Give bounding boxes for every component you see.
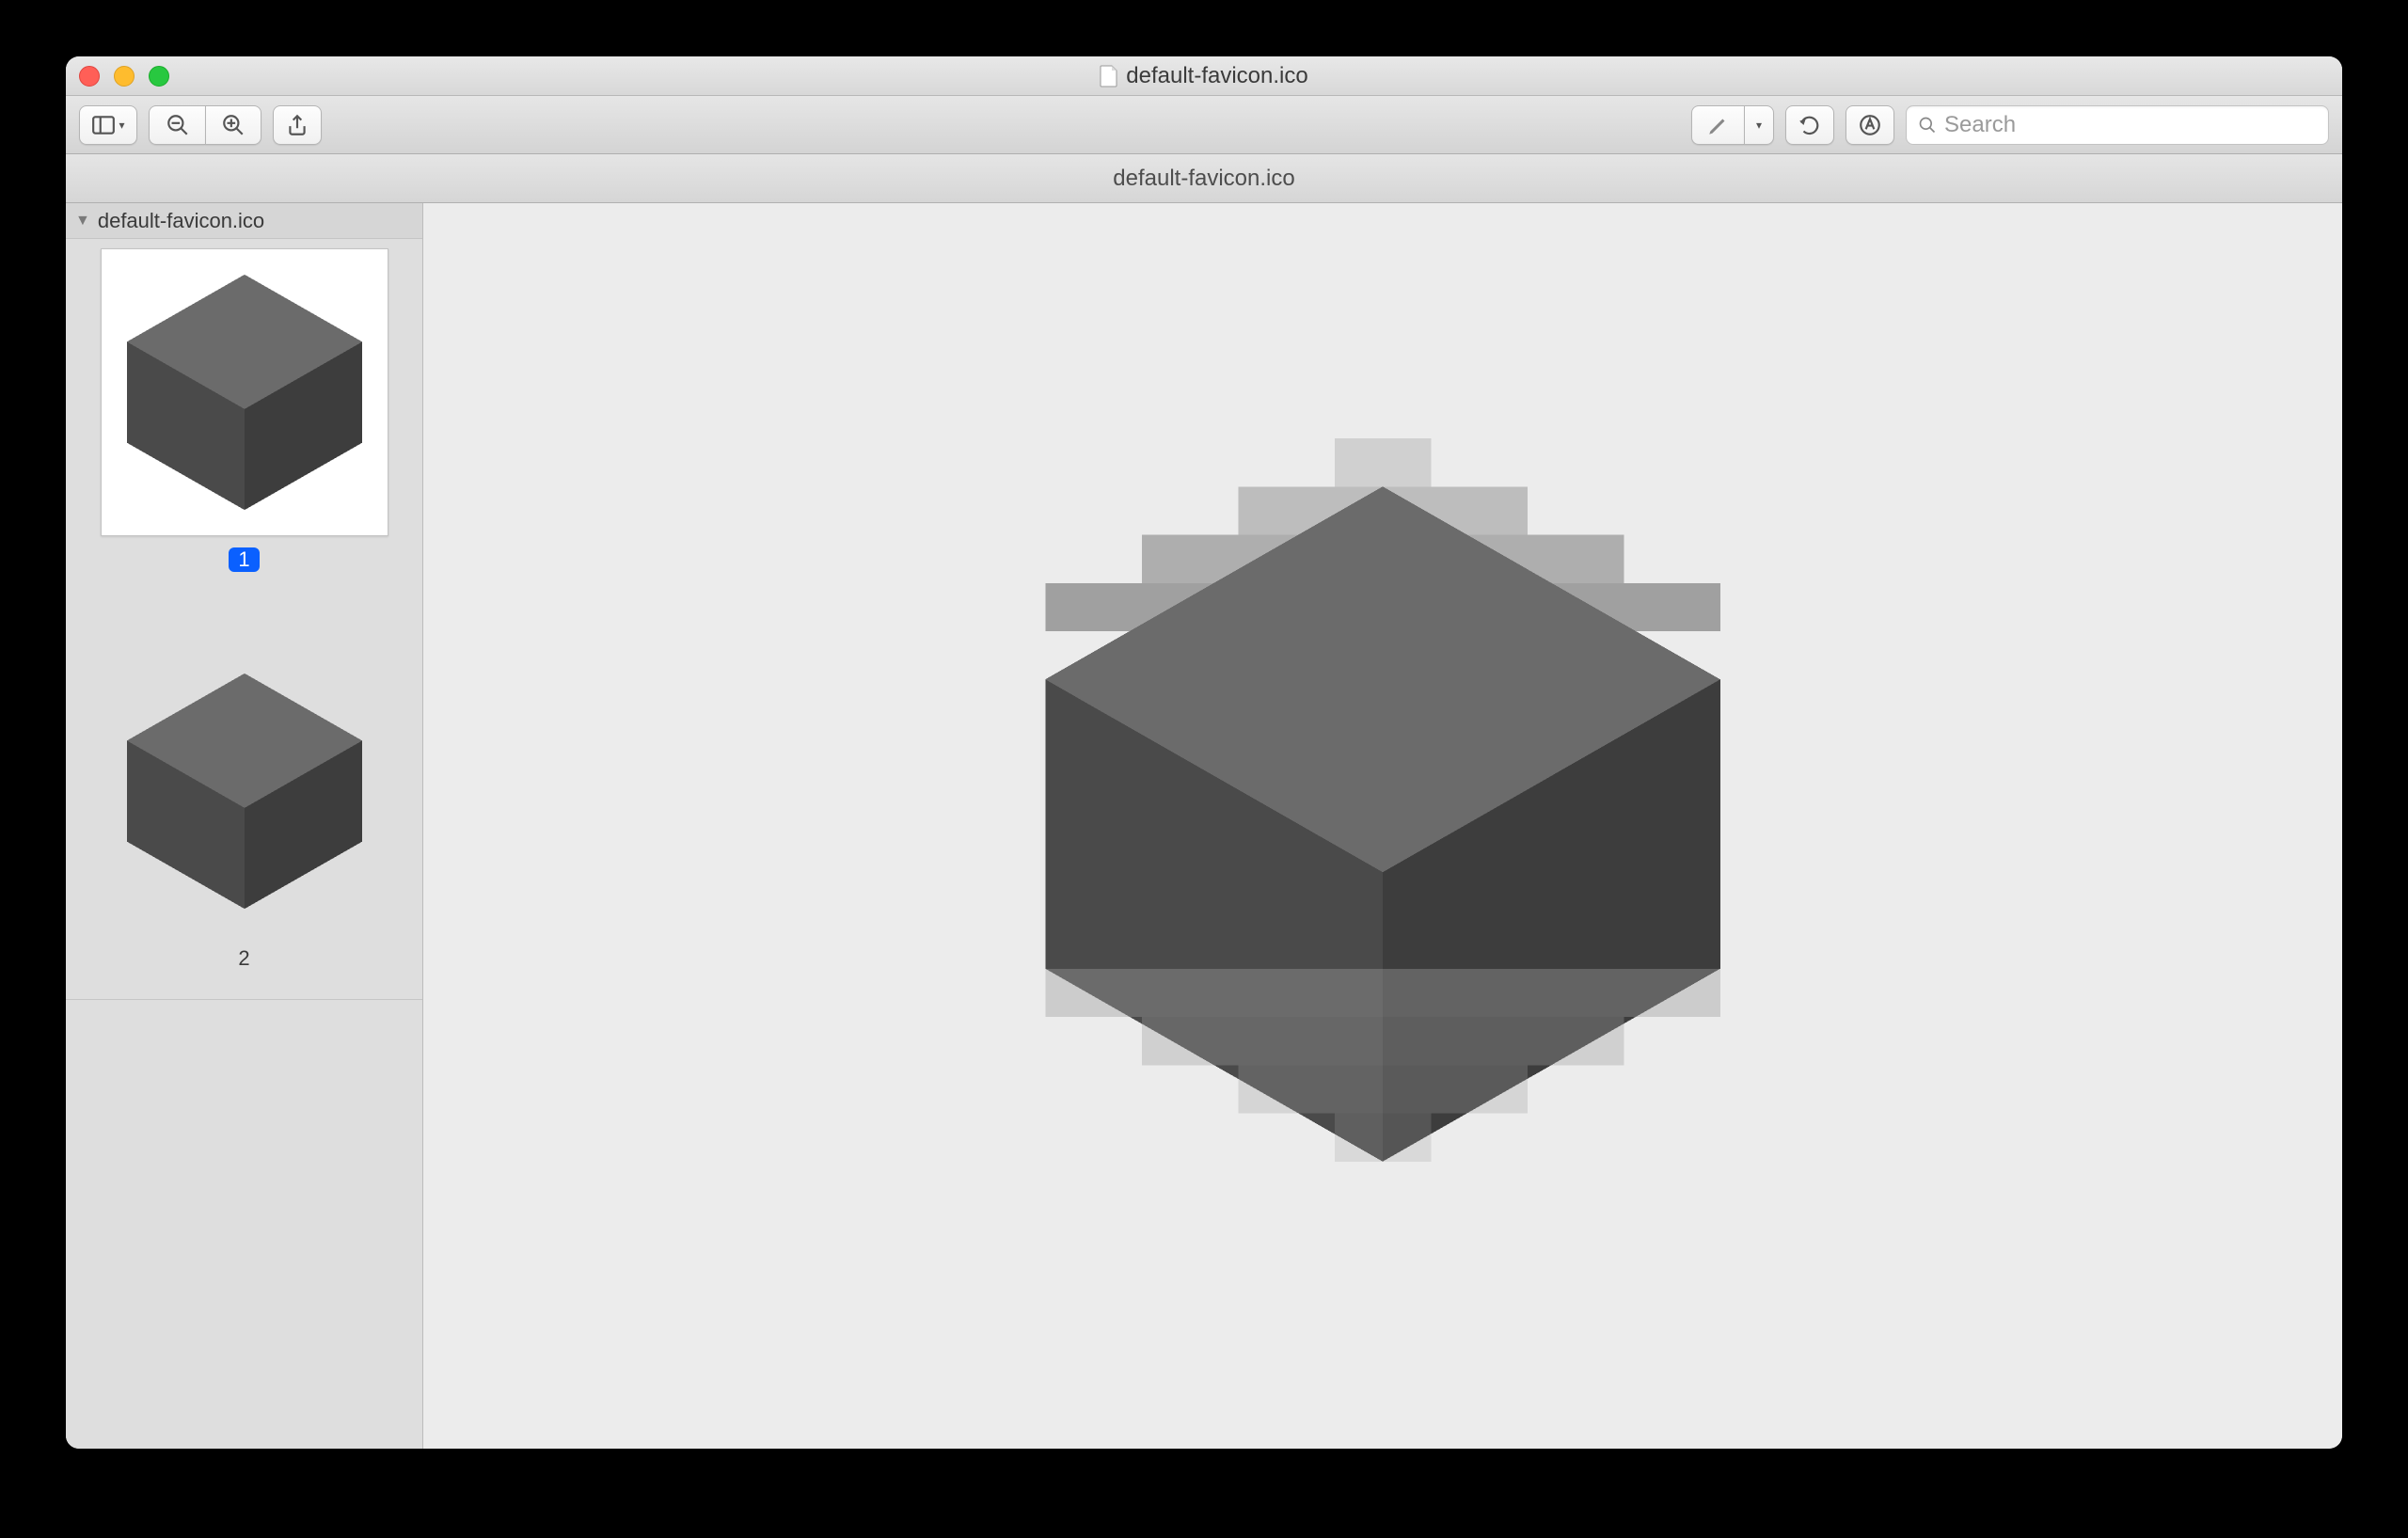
thumbnail-label: 2 [238, 946, 249, 971]
sidebar-file-label: default-favicon.ico [98, 209, 264, 233]
thumbnail-image [110, 657, 379, 926]
thumbnail-list: 1 2 [66, 239, 422, 1449]
cube-image [997, 438, 1768, 1210]
close-window-button[interactable] [79, 66, 100, 87]
zoom-in-icon [221, 113, 246, 137]
titlebar: default-favicon.ico [66, 56, 2342, 96]
rotate-icon [1798, 113, 1822, 137]
image-view [997, 438, 1768, 1214]
thumbnail-image [110, 258, 379, 527]
chevron-down-icon: ▾ [119, 119, 124, 132]
share-button[interactable] [273, 105, 322, 145]
sidebar-toggle-button[interactable]: ▾ [79, 105, 137, 145]
thumbnail-frame [101, 647, 388, 935]
document-subtitle-bar: default-favicon.ico [66, 154, 2342, 203]
sidebar-file-header[interactable]: ▼ default-favicon.ico [66, 203, 422, 239]
document-icon [1100, 65, 1118, 87]
window-body: ▼ default-favicon.ico 1 [66, 203, 2342, 1449]
highlight-button[interactable] [1691, 105, 1744, 145]
chevron-down-icon: ▾ [1756, 119, 1762, 132]
disclosure-triangle-icon: ▼ [75, 213, 90, 230]
markup-icon [1858, 113, 1882, 137]
share-icon [285, 113, 309, 137]
search-field[interactable] [1906, 105, 2329, 145]
sidebar-icon [91, 113, 116, 137]
search-input[interactable] [1944, 112, 2317, 138]
traffic-lights [79, 66, 169, 87]
thumbnail-frame [101, 248, 388, 536]
document-subtitle-text: default-favicon.ico [1113, 166, 1294, 192]
window-title: default-favicon.ico [66, 63, 2342, 89]
minimize-window-button[interactable] [114, 66, 135, 87]
thumbnail-item[interactable]: 2 [66, 638, 422, 980]
toolbar: ▾ ▾ [66, 96, 2342, 154]
sidebar-divider [66, 999, 422, 1000]
pen-icon [1706, 113, 1731, 137]
zoom-out-button[interactable] [149, 105, 205, 145]
window-title-text: default-favicon.ico [1126, 63, 1307, 89]
thumbnail-sidebar: ▼ default-favicon.ico 1 [66, 203, 423, 1449]
highlight-menu-button[interactable]: ▾ [1744, 105, 1774, 145]
rotate-button[interactable] [1785, 105, 1834, 145]
search-icon [1918, 116, 1937, 135]
zoom-window-button[interactable] [149, 66, 169, 87]
markup-button[interactable] [1846, 105, 1894, 145]
thumbnail-item[interactable]: 1 [66, 239, 422, 581]
main-canvas[interactable] [423, 203, 2342, 1449]
zoom-out-icon [166, 113, 190, 137]
markup-group: ▾ [1691, 105, 1774, 145]
preview-window: default-favicon.ico ▾ ▾ [66, 56, 2342, 1449]
thumbnail-label: 1 [229, 547, 259, 572]
zoom-group [149, 105, 261, 145]
zoom-in-button[interactable] [205, 105, 261, 145]
